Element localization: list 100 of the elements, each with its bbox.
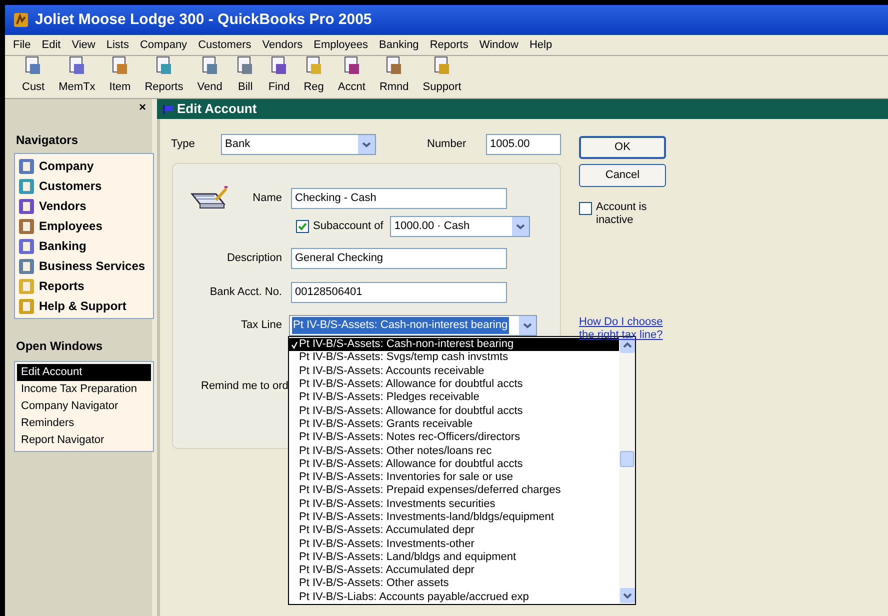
navigator-item[interactable]: Vendors [15,196,153,216]
toolbar-button[interactable]: Reports [144,56,184,95]
description-field[interactable]: General Checking [291,248,507,269]
open-window-item[interactable]: Reminders [17,415,151,432]
scroll-down-icon[interactable] [620,588,634,603]
document-icon [236,56,254,76]
navigator-item[interactable]: Company [15,156,153,176]
ok-button[interactable]: OK [579,136,666,159]
number-field[interactable]: 1005.00 [486,134,561,155]
menu-item[interactable]: View [72,36,96,54]
menu-item[interactable]: Lists [106,36,129,54]
toolbar-button[interactable]: Accnt [338,56,366,95]
field-label: Description [226,251,282,266]
reminder-text: Remind me to ord [201,379,288,394]
tax-line-option[interactable]: Pt IV-B/S-Assets: Other assets [289,577,619,591]
tax-line-option[interactable]: Pt IV-B/S-Assets: Svgs/temp cash invstmts [289,351,619,365]
toolbar-button[interactable]: Bill [236,56,254,95]
checkbox-label: Account is inactive [596,201,648,227]
menu-item[interactable]: Reports [430,36,468,54]
menu-item[interactable]: Banking [379,36,419,54]
parent-account-dropdown[interactable]: 1000.00 · Cash [390,216,530,237]
document-icon [304,56,323,76]
tax-line-option[interactable]: Pt IV-B/S-Assets: Allowance for doubtful accts [289,458,619,471]
document-icon [433,56,452,76]
checkbox[interactable] [579,202,592,215]
bank-account-field[interactable]: 00128506401 [291,282,507,303]
document-icon [24,56,42,76]
checkbook-icon [190,186,228,212]
document-icon [68,56,86,76]
tax-line-option[interactable]: Pt IV-B/S-Assets: Other notes/loans rec [289,444,619,458]
cancel-button[interactable]: Cancel [579,164,666,187]
open-window-item[interactable]: Report Navigator [17,432,151,449]
document-icon [270,56,288,76]
field-label: Bank Acct. No. [208,285,282,300]
tax-line-option[interactable]: Pt IV-B/S-Assets: Land/bldgs and equipment [289,550,619,564]
menu-item[interactable]: Help [529,36,552,54]
tax-line-option[interactable]: Pt IV-B/S-Assets: Investments securities [289,498,619,511]
check-icon [290,340,298,349]
navigator-icon [18,178,35,194]
open-window-item[interactable]: Income Tax Preparation [17,381,151,398]
menu-item[interactable]: Vendors [262,36,303,54]
name-field[interactable]: Checking - Cash [291,188,507,209]
tax-line-option[interactable]: Pt IV-B/S-Assets: Accounts receivable [289,364,619,378]
tax-line-option[interactable]: Pt IV-B/S-Assets: Notes rec-Officers/directors [289,431,619,444]
menu-item[interactable]: Window [479,36,518,54]
check-icon [298,222,307,231]
navigator-item[interactable]: Help & Support [15,296,153,316]
close-button[interactable]: × [138,99,146,116]
document-icon [154,56,173,76]
tax-line-option[interactable]: Pt IV-B/S-Assets: Grants receivable [289,418,619,432]
tax-line-option[interactable]: Pt IV-B/S-Assets: Investments-other [289,537,619,551]
tax-line-option[interactable]: Pt IV-B/S-Assets: Investments-land/bldgs/equipment [289,510,619,524]
toolbar-button[interactable]: Support [422,56,462,95]
navigator-item[interactable]: Customers [15,176,153,196]
document-icon [342,56,361,76]
window-title: Joliet Moose Lodge 300 - QuickBooks Pro 2005 [35,10,372,30]
field-label: Tax Line [240,318,282,334]
dialog-title: Edit Account [177,100,257,118]
tax-line-option[interactable]: Pt IV-B/S-Liabs: Accounts payable/accrued exp [289,590,619,604]
tax-line-option[interactable]: Pt IV-B/S-Assets: Allowance for doubtful accts [289,404,619,418]
tax-line-option[interactable]: Pt IV-B/S-Assets: Accumulated depr [289,564,619,578]
section-heading: Navigators [16,132,80,149]
toolbar-button[interactable]: Cust [22,56,45,95]
menu-item[interactable]: Company [140,36,188,54]
navigator-item[interactable]: Reports [15,276,153,296]
menu-item[interactable]: File [13,36,31,54]
field-label: Name [252,191,282,206]
document-icon [200,56,219,76]
tax-line-option[interactable]: Pt IV-B/S-Assets: Inventories for sale or use [289,470,619,484]
toolbar-button[interactable]: Find [268,56,290,95]
field-label: Type [171,137,196,152]
scroll-thumb[interactable] [620,451,634,467]
scrollbar[interactable] [619,337,635,604]
flag-icon [163,104,173,114]
toolbar-button[interactable]: MemTx [58,56,96,95]
open-window-item[interactable]: Company Navigator [17,398,151,415]
scroll-up-icon[interactable] [620,338,634,353]
section-heading: Open Windows [16,338,104,355]
navigator-icon [18,158,35,174]
toolbar-button[interactable]: Reg [304,56,324,95]
menu-item[interactable]: Customers [198,36,252,54]
document-icon [111,56,129,76]
tax-line-option[interactable]: Pt IV-B/S-Assets: Pledges receivable [289,391,619,404]
tax-line-option[interactable]: Pt IV-B/S-Assets: Allowance for doubtful accts [289,378,619,392]
toolbar-button[interactable]: Vend [197,56,222,95]
tax-line-option[interactable]: Pt IV-B/S-Assets: Accumulated depr [289,524,619,538]
navigator-item[interactable]: Business Services [15,256,153,276]
menu-item[interactable]: Employees [314,36,368,54]
open-window-item[interactable]: Edit Account [17,364,151,381]
navigator-item[interactable]: Employees [15,216,153,236]
app-icon [13,12,29,28]
checkbox[interactable] [296,220,309,233]
tax-line-option[interactable]: Pt IV-B/S-Assets: Prepaid expenses/deferred charges [289,484,619,498]
tax-line-dropdown[interactable]: Pt IV-B/S-Assets: Cash-non-interest bearing [289,315,537,336]
navigator-icon [18,218,35,234]
navigator-item[interactable]: Banking [15,236,153,256]
type-dropdown[interactable]: Bank [221,134,376,155]
menu-item[interactable]: Edit [42,36,61,54]
toolbar-button[interactable]: Rmnd [379,56,409,95]
toolbar-button[interactable]: Item [109,56,131,95]
